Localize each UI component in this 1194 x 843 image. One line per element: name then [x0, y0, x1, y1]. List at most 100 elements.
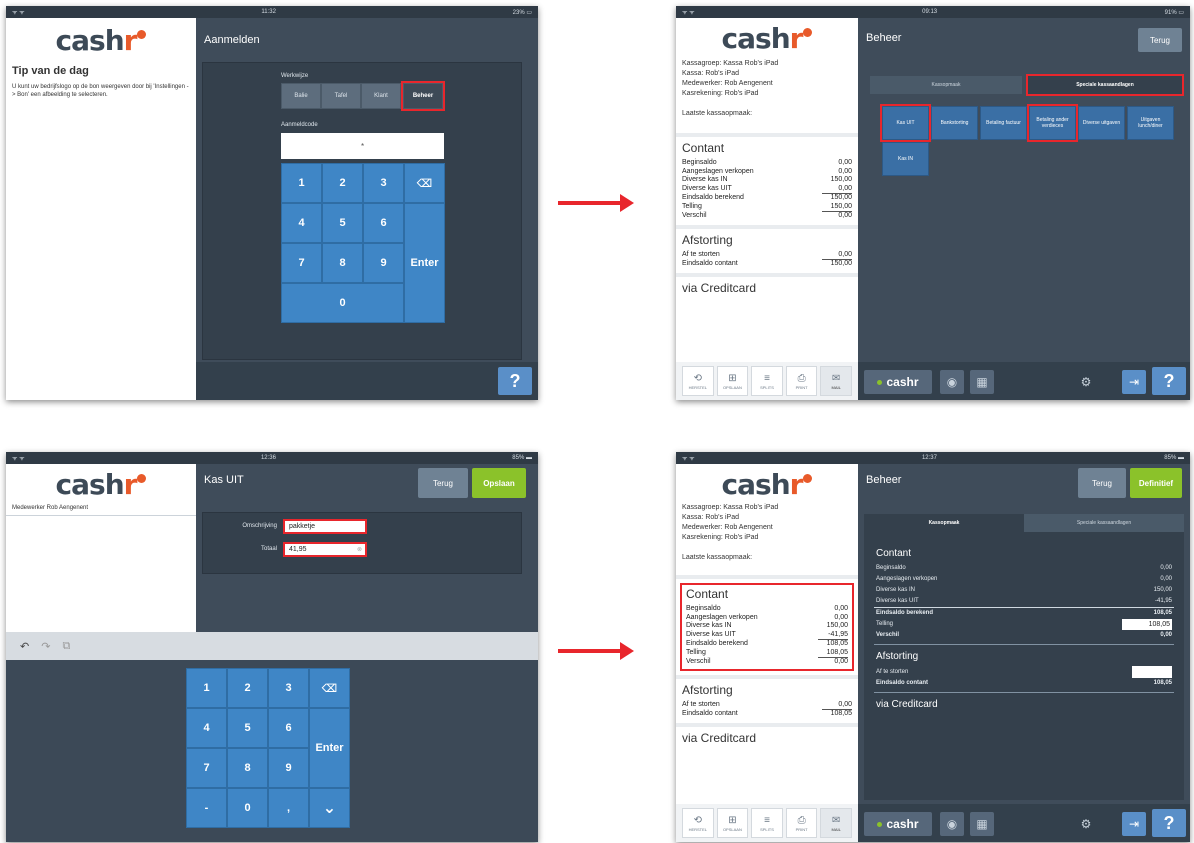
- key-1[interactable]: 1: [186, 668, 227, 708]
- key-7[interactable]: 7: [186, 748, 227, 788]
- totaal-field[interactable]: 41,95 ⊗: [283, 542, 367, 557]
- tile-diverse-uitgaven[interactable]: Diverse uitgaven: [1078, 106, 1125, 140]
- mode-balie[interactable]: Balie: [281, 83, 321, 109]
- mail-button[interactable]: ✉ MAIL: [820, 366, 852, 396]
- tab-speciale[interactable]: Speciale kassaandlagen: [1024, 514, 1184, 532]
- undo-icon[interactable]: ↶: [20, 640, 29, 653]
- key-4[interactable]: 4: [281, 203, 322, 243]
- enter-key[interactable]: Enter: [309, 708, 350, 788]
- tile-betaling-factuur[interactable]: Betaling factuur: [980, 106, 1027, 140]
- save-button[interactable]: Opslaan: [472, 468, 526, 498]
- omschrijving-label: Omschrijving: [242, 523, 277, 529]
- print-button[interactable]: ⎙ PRINT: [785, 366, 818, 396]
- key-2[interactable]: 2: [322, 163, 363, 203]
- logout-icon[interactable]: ⇥: [1122, 370, 1146, 394]
- tile-uitgaven-lunch[interactable]: Uitgaven lunch/diner: [1127, 106, 1174, 140]
- tile-kas-in[interactable]: Kas IN: [882, 142, 929, 176]
- cashr-home-button[interactable]: cashr: [864, 812, 932, 836]
- drow-beginsaldo: Beginsaldo 0,00: [876, 565, 1172, 571]
- key-6[interactable]: 6: [363, 203, 404, 243]
- summary-pane: cashr Kassagroep: Kassa Rob's iPad Kassa…: [676, 464, 858, 842]
- backspace-key[interactable]: ⌫: [309, 668, 350, 708]
- key-0[interactable]: 0: [227, 788, 268, 828]
- back-button[interactable]: Terug: [418, 468, 468, 498]
- bottom-bar: cashr ◉ ▦ ⚙ ⇥ ?: [858, 804, 1190, 842]
- camera-icon[interactable]: ◉: [940, 370, 964, 394]
- logout-icon[interactable]: ⇥: [1122, 812, 1146, 836]
- mode-beheer[interactable]: Beheer: [403, 83, 443, 109]
- row-kas-in: Diverse kas IN 150,00: [686, 622, 848, 629]
- qr-icon[interactable]: ▦: [970, 812, 994, 836]
- key-6[interactable]: 6: [268, 708, 309, 748]
- login-panel: Werkwijze Balie Tafel Klant Beheer Aanme…: [202, 62, 522, 360]
- key-8[interactable]: 8: [227, 748, 268, 788]
- key-4[interactable]: 4: [186, 708, 227, 748]
- gear-icon[interactable]: ⚙: [1074, 812, 1098, 836]
- tab-kassopmaak[interactable]: Kassopmaak: [870, 76, 1022, 94]
- splits-button[interactable]: ≡ SPLITS: [751, 366, 783, 396]
- definitief-button[interactable]: Definitief: [1130, 468, 1182, 498]
- key-1[interactable]: 1: [281, 163, 322, 203]
- tile-kas-uit[interactable]: Kas UIT: [882, 106, 929, 140]
- cashr-home-button[interactable]: cashr: [864, 370, 932, 394]
- drow-telling: Telling 108,05: [876, 619, 1172, 630]
- key-9[interactable]: 9: [363, 243, 404, 283]
- mail-button[interactable]: ✉ MAIL: [820, 808, 852, 838]
- key-minus[interactable]: -: [186, 788, 227, 828]
- key-9[interactable]: 9: [268, 748, 309, 788]
- hide-keyboard-key[interactable]: ⌄: [309, 788, 350, 828]
- herstel-button[interactable]: ⟲ HERSTEL: [682, 366, 714, 396]
- key-0[interactable]: 0: [281, 283, 404, 323]
- key-comma[interactable]: ,: [268, 788, 309, 828]
- tab-speciale[interactable]: Speciale kassaandlagen: [1028, 76, 1182, 94]
- key-3[interactable]: 3: [363, 163, 404, 203]
- opslaan-button[interactable]: ⊞ OPSLAAN: [716, 366, 749, 396]
- tile-betaling-ander[interactable]: Betaling ander verdieces: [1029, 106, 1076, 140]
- gear-icon[interactable]: ⚙: [1074, 370, 1098, 394]
- row-kas-uit: Diverse kas UIT 0,00: [682, 185, 852, 194]
- redo-icon[interactable]: ↷: [41, 640, 50, 653]
- qr-icon[interactable]: ▦: [970, 370, 994, 394]
- back-button[interactable]: Terug: [1138, 28, 1182, 52]
- af-te-storten-input[interactable]: [1132, 666, 1172, 678]
- screenshot-beheer: ᯤ ᯤ 09:13 91% ▭ cashr Kassagroep: Kassa …: [676, 6, 1190, 400]
- mail-icon: ✉: [831, 372, 841, 384]
- mode-tafel[interactable]: Tafel: [321, 83, 361, 109]
- save-icon: ⊞: [728, 372, 737, 384]
- dark-creditcard-title: via Creditcard: [876, 699, 938, 710]
- help-button[interactable]: ?: [498, 367, 532, 395]
- herstel-button[interactable]: ⟲ HERSTEL: [682, 808, 714, 838]
- key-2[interactable]: 2: [227, 668, 268, 708]
- omschrijving-field[interactable]: pakketje: [283, 519, 367, 534]
- help-button[interactable]: ?: [1152, 367, 1186, 395]
- key-7[interactable]: 7: [281, 243, 322, 283]
- info-kassagroep: Kassagroep: Kassa Rob's iPad: [682, 504, 779, 511]
- splits-button[interactable]: ≡ SPLITS: [751, 808, 783, 838]
- code-field[interactable]: *: [281, 133, 444, 159]
- key-8[interactable]: 8: [322, 243, 363, 283]
- enter-key[interactable]: Enter: [404, 203, 445, 323]
- tile-bankstorting[interactable]: Bankstorting: [931, 106, 978, 140]
- backspace-key[interactable]: ⌫: [404, 163, 445, 203]
- back-button[interactable]: Terug: [1078, 468, 1126, 498]
- paste-icon[interactable]: ⧉: [62, 640, 70, 653]
- row-eindsaldo-contant: Eindsaldo contant 108,05: [682, 710, 852, 717]
- help-button[interactable]: ?: [1152, 809, 1186, 837]
- tip-text: U kunt uw bedrijfslogo op de bon weergev…: [12, 84, 189, 98]
- key-3[interactable]: 3: [268, 668, 309, 708]
- print-button[interactable]: ⎙ PRINT: [785, 808, 818, 838]
- screenshot-aanmelden: ᯤ ᯤ 11:32 23% ▭ cashr Tip van de dag U k…: [6, 6, 538, 400]
- key-5[interactable]: 5: [227, 708, 268, 748]
- undo-icon: ⟲: [693, 814, 702, 826]
- signal-icon: ᯤ ᯤ: [682, 10, 695, 16]
- tab-kassopmaak[interactable]: Kassopmaak: [864, 514, 1024, 532]
- mode-klant[interactable]: Klant: [361, 83, 401, 109]
- summary-toolbar: ⟲ HERSTEL ⊞ OPSLAAN ≡ SPLITS ⎙ PRINT ✉ MAIL: [676, 804, 858, 842]
- beheer-pane: Beheer Terug Definitief Kassopmaak Speci…: [858, 464, 1190, 842]
- telling-input[interactable]: 108,05: [1122, 619, 1172, 630]
- opslaan-button[interactable]: ⊞ OPSLAAN: [716, 808, 749, 838]
- camera-icon[interactable]: ◉: [940, 812, 964, 836]
- cashr-logo: cashr: [6, 24, 196, 57]
- werkwijze-label: Werkwijze: [281, 73, 309, 79]
- key-5[interactable]: 5: [322, 203, 363, 243]
